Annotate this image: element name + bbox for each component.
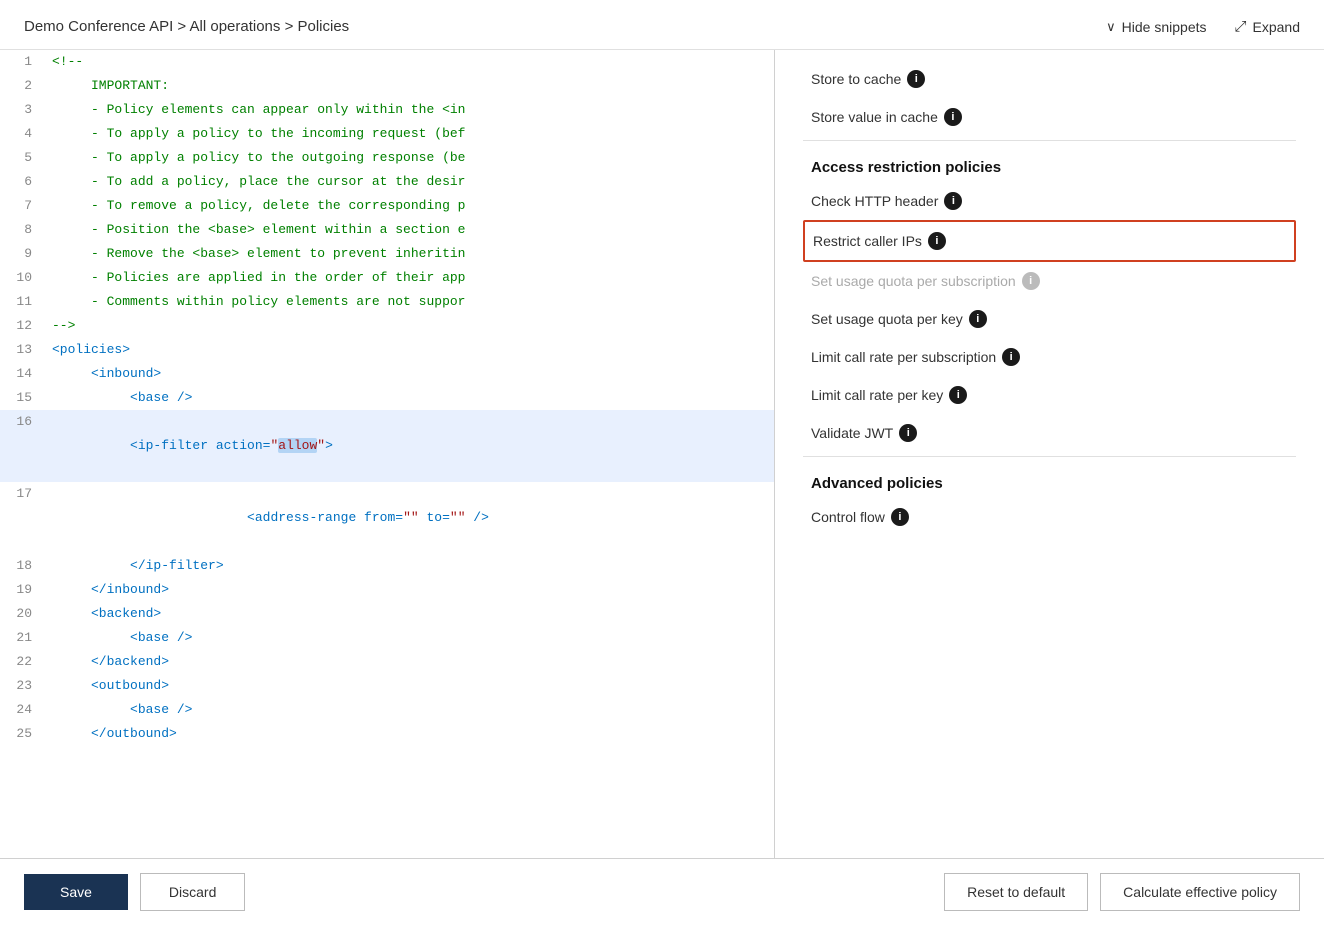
validate-jwt-info-icon[interactable]: i: [899, 424, 917, 442]
limit-call-rate-per-subscription-label: Limit call rate per subscription: [811, 349, 996, 365]
code-line: 23 <outbound>: [0, 674, 774, 698]
store-to-cache-label: Store to cache: [811, 71, 901, 87]
code-line: 11 - Comments within policy elements are…: [0, 290, 774, 314]
header-actions: ∨ Hide snippets ⤢ Expand: [1106, 18, 1300, 35]
code-line: 1<!--: [0, 50, 774, 74]
code-line: 20 <backend>: [0, 602, 774, 626]
validate-jwt-item[interactable]: Validate JWT i: [803, 414, 1296, 452]
set-usage-quota-per-key-info-icon[interactable]: i: [969, 310, 987, 328]
reset-button[interactable]: Reset to default: [944, 873, 1088, 911]
control-flow-label: Control flow: [811, 509, 885, 525]
code-line: 18 </ip-filter>: [0, 554, 774, 578]
restrict-caller-ips-info-icon[interactable]: i: [928, 232, 946, 250]
store-value-in-cache-label: Store value in cache: [811, 109, 938, 125]
restrict-caller-ips-label: Restrict caller IPs: [813, 233, 922, 249]
save-button[interactable]: Save: [24, 874, 128, 910]
code-line: 10 - Policies are applied in the order o…: [0, 266, 774, 290]
code-line-highlighted: 16 <ip-filter action="allow">: [0, 410, 774, 482]
limit-call-rate-per-subscription-item[interactable]: Limit call rate per subscription i: [803, 338, 1296, 376]
set-usage-quota-per-subscription-item: Set usage quota per subscription i: [803, 262, 1296, 300]
check-http-header-label: Check HTTP header: [811, 193, 938, 209]
hide-snippets-button[interactable]: ∨ Hide snippets: [1106, 19, 1206, 35]
code-line: 24 <base />: [0, 698, 774, 722]
code-line: 12-->: [0, 314, 774, 338]
set-usage-quota-per-key-item[interactable]: Set usage quota per key i: [803, 300, 1296, 338]
limit-call-rate-per-key-item[interactable]: Limit call rate per key i: [803, 376, 1296, 414]
code-editor[interactable]: 1<!-- 2 IMPORTANT: 3 - Policy elements c…: [0, 50, 774, 858]
set-usage-quota-per-subscription-info-icon: i: [1022, 272, 1040, 290]
breadcrumb: Demo Conference API > All operations > P…: [24, 18, 349, 35]
store-value-in-cache-info-icon[interactable]: i: [944, 108, 962, 126]
restrict-caller-ips-item[interactable]: Restrict caller IPs i: [803, 220, 1296, 262]
code-line: 17 <address-range from="" to="" />: [0, 482, 774, 554]
code-line: 3 - Policy elements can appear only with…: [0, 98, 774, 122]
limit-call-rate-per-key-label: Limit call rate per key: [811, 387, 943, 403]
set-usage-quota-per-key-label: Set usage quota per key: [811, 311, 963, 327]
code-line: 13<policies>: [0, 338, 774, 362]
calculate-button[interactable]: Calculate effective policy: [1100, 873, 1300, 911]
code-line: 14 <inbound>: [0, 362, 774, 386]
code-line: 5 - To apply a policy to the outgoing re…: [0, 146, 774, 170]
code-line: 8 - Position the <base> element within a…: [0, 218, 774, 242]
store-to-cache-info-icon[interactable]: i: [907, 70, 925, 88]
expand-button[interactable]: ⤢ Expand: [1235, 18, 1301, 35]
set-usage-quota-per-subscription-label: Set usage quota per subscription: [811, 273, 1016, 289]
advanced-policies-title: Advanced policies: [811, 475, 1296, 492]
code-panel[interactable]: 1<!-- 2 IMPORTANT: 3 - Policy elements c…: [0, 50, 775, 858]
code-line: 6 - To add a policy, place the cursor at…: [0, 170, 774, 194]
code-line: 15 <base />: [0, 386, 774, 410]
store-to-cache-item[interactable]: Store to cache i: [803, 60, 1296, 98]
footer-right: Reset to default Calculate effective pol…: [944, 873, 1300, 911]
control-flow-item[interactable]: Control flow i: [803, 498, 1296, 536]
discard-button[interactable]: Discard: [140, 873, 245, 911]
main-container: 1<!-- 2 IMPORTANT: 3 - Policy elements c…: [0, 50, 1324, 858]
code-line: 22 </backend>: [0, 650, 774, 674]
code-line: 19 </inbound>: [0, 578, 774, 602]
code-line: 4 - To apply a policy to the incoming re…: [0, 122, 774, 146]
chevron-down-icon: ∨: [1106, 19, 1116, 35]
divider: [803, 140, 1296, 141]
code-line: 21 <base />: [0, 626, 774, 650]
code-line: 9 - Remove the <base> element to prevent…: [0, 242, 774, 266]
header: Demo Conference API > All operations > P…: [0, 0, 1324, 50]
store-value-in-cache-item[interactable]: Store value in cache i: [803, 98, 1296, 136]
control-flow-info-icon[interactable]: i: [891, 508, 909, 526]
check-http-header-info-icon[interactable]: i: [944, 192, 962, 210]
expand-icon: ⤢: [1235, 18, 1247, 35]
code-line: 25 </outbound>: [0, 722, 774, 746]
validate-jwt-label: Validate JWT: [811, 425, 893, 441]
limit-call-rate-per-key-info-icon[interactable]: i: [949, 386, 967, 404]
code-line: 7 - To remove a policy, delete the corre…: [0, 194, 774, 218]
access-restriction-title: Access restriction policies: [811, 159, 1296, 176]
check-http-header-item[interactable]: Check HTTP header i: [803, 182, 1296, 220]
limit-call-rate-per-subscription-info-icon[interactable]: i: [1002, 348, 1020, 366]
divider-2: [803, 456, 1296, 457]
code-line: 2 IMPORTANT:: [0, 74, 774, 98]
right-panel: Store to cache i Store value in cache i …: [775, 50, 1324, 858]
footer: Save Discard Reset to default Calculate …: [0, 858, 1324, 925]
